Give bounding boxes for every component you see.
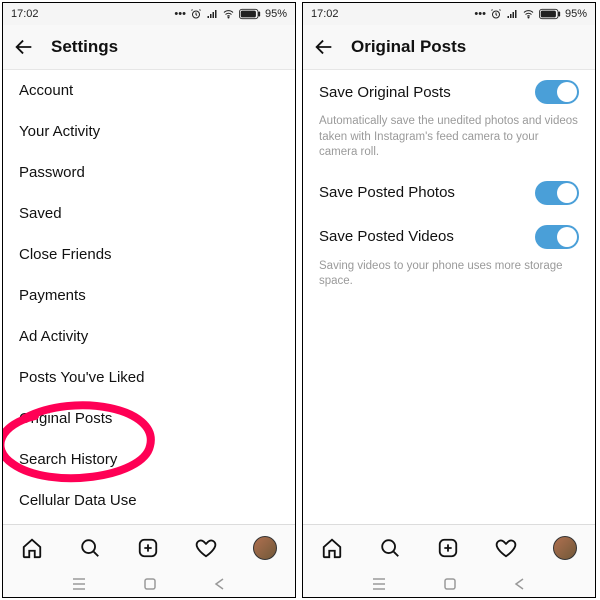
item-cellular-data-use[interactable]: Cellular Data Use [3, 480, 295, 521]
profile-avatar[interactable] [253, 536, 277, 560]
android-back-icon[interactable] [213, 577, 227, 591]
heart-icon[interactable] [195, 537, 217, 559]
android-home-icon[interactable] [443, 577, 457, 591]
item-search-history[interactable]: Search History [3, 439, 295, 480]
original-posts-settings: Save Original Posts Automatically save t… [303, 70, 595, 524]
header: Settings [3, 25, 295, 70]
wifi-icon [522, 8, 535, 20]
home-icon[interactable] [21, 537, 43, 559]
android-home-icon[interactable] [143, 577, 157, 591]
back-icon[interactable] [313, 36, 335, 58]
header: Original Posts [303, 25, 595, 70]
toggle-save-posted-photos[interactable] [535, 181, 579, 205]
item-your-activity[interactable]: Your Activity [3, 111, 295, 152]
android-menu-icon[interactable] [371, 577, 387, 591]
status-time: 17:02 [11, 8, 39, 20]
toggle-label: Save Original Posts [319, 84, 451, 101]
toggle-save-posted-videos[interactable] [535, 225, 579, 249]
item-ad-activity[interactable]: Ad Activity [3, 316, 295, 357]
settings-list: Account Your Activity Password Saved Clo… [3, 70, 295, 524]
add-post-icon[interactable] [437, 537, 459, 559]
row-save-posted-photos: Save Posted Photos [303, 171, 595, 215]
item-saved[interactable]: Saved [3, 193, 295, 234]
battery-percent: 95% [265, 8, 287, 20]
page-title: Settings [51, 37, 118, 57]
status-dots-icon: ••• [174, 8, 186, 20]
status-right: ••• 95% [474, 8, 587, 20]
tab-bar [3, 524, 295, 571]
phone-left: 17:02 ••• 95% Settings Account Your Acti… [2, 2, 296, 598]
status-time: 17:02 [311, 8, 339, 20]
profile-avatar[interactable] [553, 536, 577, 560]
page-title: Original Posts [351, 37, 466, 57]
add-post-icon[interactable] [137, 537, 159, 559]
item-original-posts[interactable]: Original Posts [3, 398, 295, 439]
item-posts-youve-liked[interactable]: Posts You've Liked [3, 357, 295, 398]
desc-save-posted-videos: Saving videos to your phone uses more st… [303, 259, 595, 300]
item-language[interactable]: Language [3, 521, 295, 524]
android-back-icon[interactable] [513, 577, 527, 591]
android-menu-icon[interactable] [71, 577, 87, 591]
item-account[interactable]: Account [3, 70, 295, 111]
alarm-icon [190, 8, 202, 20]
phone-right: 17:02 ••• 95% Original Posts Save Origin… [302, 2, 596, 598]
toggle-label: Save Posted Photos [319, 184, 455, 201]
battery-icon [539, 8, 561, 20]
search-icon[interactable] [79, 537, 101, 559]
signal-icon [506, 8, 518, 20]
desc-save-original-posts: Automatically save the unedited photos a… [303, 114, 595, 171]
status-bar: 17:02 ••• 95% [303, 3, 595, 25]
android-nav-bar [3, 571, 295, 597]
status-right: ••• 95% [174, 8, 287, 20]
toggle-save-original-posts[interactable] [535, 80, 579, 104]
tab-bar [303, 524, 595, 571]
android-nav-bar [303, 571, 595, 597]
status-dots-icon: ••• [474, 8, 486, 20]
battery-percent: 95% [565, 8, 587, 20]
status-bar: 17:02 ••• 95% [3, 3, 295, 25]
item-payments[interactable]: Payments [3, 275, 295, 316]
row-save-original-posts: Save Original Posts [303, 70, 595, 114]
item-close-friends[interactable]: Close Friends [3, 234, 295, 275]
home-icon[interactable] [321, 537, 343, 559]
heart-icon[interactable] [495, 537, 517, 559]
wifi-icon [222, 8, 235, 20]
alarm-icon [490, 8, 502, 20]
back-icon[interactable] [13, 36, 35, 58]
signal-icon [206, 8, 218, 20]
toggle-label: Save Posted Videos [319, 228, 454, 245]
item-password[interactable]: Password [3, 152, 295, 193]
battery-icon [239, 8, 261, 20]
row-save-posted-videos: Save Posted Videos [303, 215, 595, 259]
search-icon[interactable] [379, 537, 401, 559]
